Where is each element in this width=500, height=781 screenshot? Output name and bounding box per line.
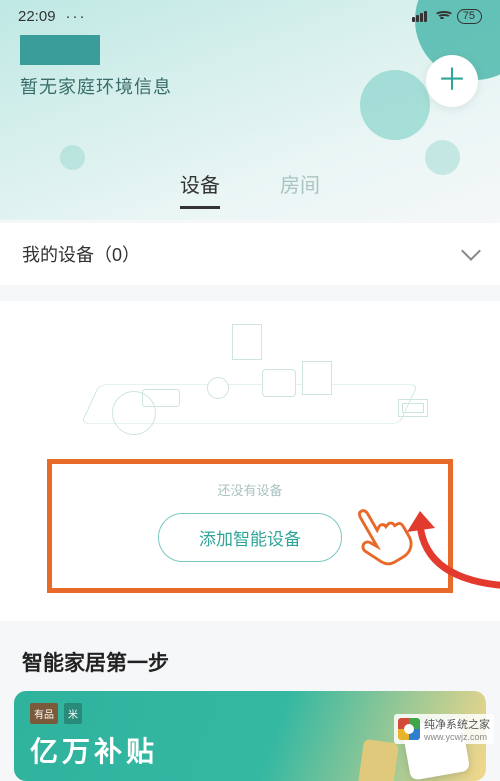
my-devices-label: 我的设备（0） xyxy=(22,241,140,267)
header-area: 暂无家庭环境信息 xyxy=(0,29,500,99)
status-menu-dots: ··· xyxy=(66,8,87,25)
status-bar: 22:09 ··· 75 xyxy=(0,0,500,29)
tab-rooms[interactable]: 房间 xyxy=(280,169,320,209)
watermark: 纯净系统之家 www.ycwjz.com xyxy=(394,714,494,744)
promo-badge: 米 xyxy=(64,703,82,724)
tab-devices[interactable]: 设备 xyxy=(180,169,220,209)
header-placeholder-block xyxy=(20,35,100,65)
plus-icon: ＋ xyxy=(437,66,467,96)
watermark-text: 纯净系统之家 xyxy=(424,716,490,732)
tutorial-arrow-icon xyxy=(405,506,500,591)
empty-devices-card: 还没有设备 添加智能设备 xyxy=(0,301,500,621)
chevron-down-icon xyxy=(461,241,481,261)
add-button[interactable]: ＋ xyxy=(426,55,478,107)
smart-home-step-title: 智能家居第一步 xyxy=(0,621,500,691)
wifi-icon xyxy=(434,11,450,23)
add-smart-device-button[interactable]: 添加智能设备 xyxy=(158,513,342,562)
tutorial-highlight-box: 还没有设备 添加智能设备 xyxy=(47,459,453,593)
environment-info-text: 暂无家庭环境信息 xyxy=(20,73,480,99)
promo-badge: 有品 xyxy=(30,703,58,724)
status-time: 22:09 xyxy=(18,8,56,25)
promo-product-image xyxy=(358,739,399,781)
my-devices-row[interactable]: 我的设备（0） xyxy=(0,223,500,285)
devices-illustration xyxy=(22,319,478,449)
main-tabs: 设备 房间 xyxy=(0,169,500,209)
decor-bubble xyxy=(60,145,85,170)
watermark-url: www.ycwjz.com xyxy=(424,732,490,742)
battery-icon: 75 xyxy=(457,9,482,24)
watermark-logo-icon xyxy=(398,718,420,740)
signal-icon xyxy=(412,11,427,22)
